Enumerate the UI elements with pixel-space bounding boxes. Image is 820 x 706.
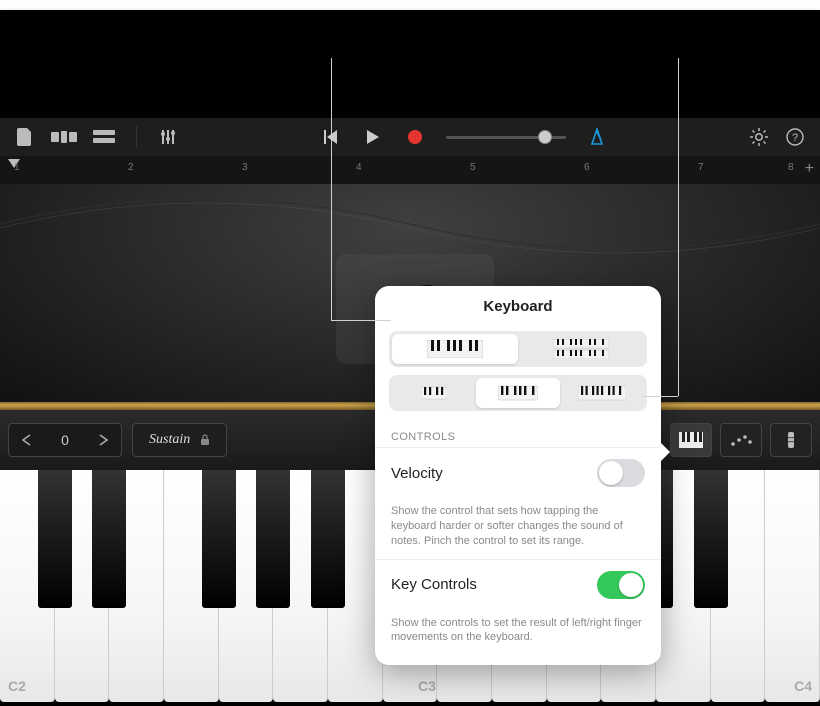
- status-bar-area: [0, 10, 820, 108]
- settings-button[interactable]: [748, 126, 770, 148]
- black-key[interactable]: [202, 470, 236, 608]
- browser-button[interactable]: [50, 126, 78, 148]
- metronome-button[interactable]: [586, 126, 608, 148]
- svg-text:?: ?: [792, 132, 798, 144]
- size-option-large[interactable]: [560, 378, 644, 408]
- sustain-button[interactable]: Sustain: [132, 423, 227, 457]
- key-controls-switch[interactable]: [597, 571, 645, 599]
- master-volume-slider[interactable]: [446, 136, 566, 139]
- velocity-description: Show the control that sets how tapping t…: [375, 498, 661, 559]
- record-button[interactable]: [404, 126, 426, 148]
- black-key[interactable]: [38, 470, 72, 608]
- bar-marker: 5: [470, 162, 476, 173]
- key-controls-description: Show the controls to set the result of l…: [375, 610, 661, 656]
- main-toolbar: ?: [0, 118, 820, 156]
- sustain-label: Sustain: [149, 432, 190, 448]
- keyboard-layout-button[interactable]: [670, 423, 712, 457]
- popover-arrow: [660, 442, 670, 462]
- help-button[interactable]: ?: [784, 126, 806, 148]
- octave-stepper: 0: [8, 423, 122, 457]
- keyboard-settings-popover: Keyboard: [375, 286, 661, 665]
- key-label: C4: [794, 678, 812, 694]
- key-label: C2: [8, 678, 26, 694]
- black-key[interactable]: [256, 470, 290, 608]
- velocity-label: Velocity: [391, 465, 443, 482]
- track-controls-button[interactable]: [157, 126, 179, 148]
- popover-section-label: CONTROLS: [375, 419, 661, 447]
- octave-value: 0: [43, 432, 87, 448]
- black-key[interactable]: [92, 470, 126, 608]
- bar-marker: 7: [698, 162, 704, 173]
- popover-title: Keyboard: [375, 286, 661, 323]
- keyboard-layout-segmented: [389, 331, 647, 367]
- play-button[interactable]: [362, 126, 384, 148]
- bar-marker: 8: [788, 162, 794, 173]
- garageband-window: ? 1 2 3 4 5 6 7 8 + 0: [0, 10, 820, 706]
- black-key[interactable]: [311, 470, 345, 608]
- velocity-row: Velocity: [375, 447, 661, 498]
- arpeggiator-button[interactable]: [720, 423, 762, 457]
- octave-down-button[interactable]: [9, 423, 43, 457]
- bar-marker: 6: [584, 162, 590, 173]
- layout-option-double[interactable]: [518, 334, 644, 364]
- scale-button[interactable]: [770, 423, 812, 457]
- bar-marker: 4: [356, 162, 362, 173]
- velocity-switch[interactable]: [597, 459, 645, 487]
- keyboard-view-tools: [670, 423, 812, 457]
- layout-option-single[interactable]: [392, 334, 518, 364]
- bar-marker: 1: [14, 162, 20, 173]
- go-to-beginning-button[interactable]: [320, 126, 342, 148]
- record-icon: [408, 130, 422, 144]
- tracks-button[interactable]: [92, 126, 116, 148]
- size-option-medium[interactable]: [476, 378, 560, 408]
- lock-icon: [200, 434, 210, 446]
- white-key[interactable]: [765, 470, 820, 702]
- key-controls-row: Key Controls: [375, 559, 661, 610]
- bar-marker: 3: [242, 162, 248, 173]
- black-key[interactable]: [694, 470, 728, 608]
- key-controls-label: Key Controls: [391, 576, 477, 593]
- timeline-ruler[interactable]: 1 2 3 4 5 6 7 8 +: [0, 156, 820, 184]
- bar-marker: 2: [128, 162, 134, 173]
- key-label: C3: [418, 678, 436, 694]
- keyboard-size-segmented: [389, 375, 647, 411]
- octave-up-button[interactable]: [87, 423, 121, 457]
- size-option-small[interactable]: [392, 378, 476, 408]
- add-section-button[interactable]: +: [805, 160, 814, 178]
- my-songs-button[interactable]: [14, 126, 36, 148]
